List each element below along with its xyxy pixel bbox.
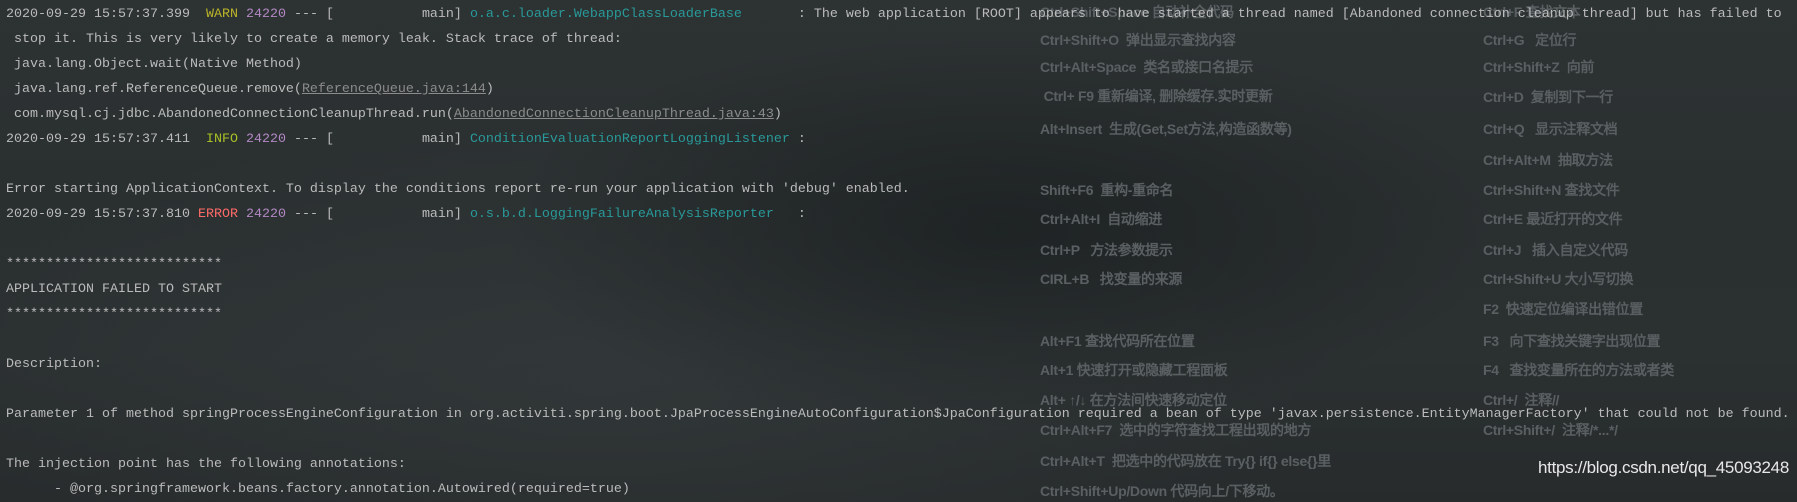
log-text: stop it. This is very likely to create a… bbox=[6, 32, 622, 47]
console-line: java.lang.Object.wait(Native Method) bbox=[6, 52, 1797, 77]
console-line: *************************** bbox=[6, 252, 1797, 277]
console-line: APPLICATION FAILED TO START bbox=[6, 277, 1797, 302]
log-text: *************************** bbox=[6, 307, 222, 322]
console-line: *************************** bbox=[6, 302, 1797, 327]
log-level-error: ERROR bbox=[197, 207, 238, 222]
log-text: *************************** bbox=[6, 257, 222, 272]
log-text: --- [ main] bbox=[285, 132, 470, 147]
console-line: Parameter 1 of method springProcessEngin… bbox=[6, 402, 1797, 427]
console-line: com.mysql.cj.jdbc.AbandonedConnectionCle… bbox=[6, 102, 1797, 127]
log-text: java.lang.Object.wait(Native Method) bbox=[6, 57, 302, 72]
process-id: 24220 bbox=[245, 132, 286, 147]
log-text: 2020-09-29 15:57:37.810 bbox=[6, 207, 198, 222]
console-line: The injection point has the following an… bbox=[6, 452, 1797, 477]
log-text: 2020-09-29 15:57:37.411 bbox=[6, 132, 206, 147]
log-text: : bbox=[789, 132, 806, 147]
log-text: : bbox=[773, 207, 806, 222]
log-text: 2020-09-29 15:57:37.399 bbox=[6, 7, 206, 22]
log-text: Description: bbox=[6, 357, 102, 372]
log-text: com.mysql.cj.jdbc.AbandonedConnectionCle… bbox=[6, 107, 454, 122]
log-text: - @org.springframework.beans.factory.ann… bbox=[6, 482, 630, 497]
logger-name: ConditionEvaluationReportLoggingListener bbox=[469, 132, 790, 147]
log-text: java.lang.ref.ReferenceQueue.remove( bbox=[6, 82, 302, 97]
source-link[interactable]: AbandonedConnectionCleanupThread.java:43 bbox=[454, 107, 774, 122]
log-text: --- [ main] bbox=[285, 207, 470, 222]
process-id: 24220 bbox=[245, 207, 286, 222]
console-line: 2020-09-29 15:57:37.810 ERROR 24220 --- … bbox=[6, 202, 1797, 227]
console-line: 2020-09-29 15:57:37.411 INFO 24220 --- [… bbox=[6, 127, 1797, 152]
log-text: ) bbox=[485, 82, 494, 97]
log-text: : The web application [ROOT] appears to … bbox=[741, 7, 1782, 22]
console-line: 2020-09-29 15:57:37.399 WARN 24220 --- [… bbox=[6, 2, 1797, 27]
process-id: 24220 bbox=[245, 7, 286, 22]
log-text: The injection point has the following an… bbox=[6, 457, 406, 472]
console-line: java.lang.ref.ReferenceQueue.remove(Refe… bbox=[6, 77, 1797, 102]
console-line: Description: bbox=[6, 352, 1797, 377]
source-link[interactable]: ReferenceQueue.java:144 bbox=[302, 82, 486, 97]
console-line: - @org.springframework.beans.factory.ann… bbox=[6, 477, 1797, 502]
console-output[interactable]: 2020-09-29 15:57:37.399 WARN 24220 --- [… bbox=[6, 2, 1797, 502]
console-line: Error starting ApplicationContext. To di… bbox=[6, 177, 1797, 202]
log-text: --- [ main] bbox=[285, 7, 470, 22]
console-line: stop it. This is very likely to create a… bbox=[6, 27, 1797, 52]
log-level-warn: WARN bbox=[205, 7, 238, 22]
watermark: https://blog.csdn.net/qq_45093248 bbox=[1538, 458, 1789, 477]
log-text: Error starting ApplicationContext. To di… bbox=[6, 182, 910, 197]
log-text: ) bbox=[773, 107, 782, 122]
log-level-info: INFO bbox=[205, 132, 238, 147]
log-text: Parameter 1 of method springProcessEngin… bbox=[6, 407, 1790, 422]
logger-name: o.s.b.d.LoggingFailureAnalysisReporter bbox=[469, 207, 774, 222]
log-text: APPLICATION FAILED TO START bbox=[6, 282, 222, 297]
logger-name: o.a.c.loader.WebappClassLoaderBase bbox=[469, 7, 742, 22]
